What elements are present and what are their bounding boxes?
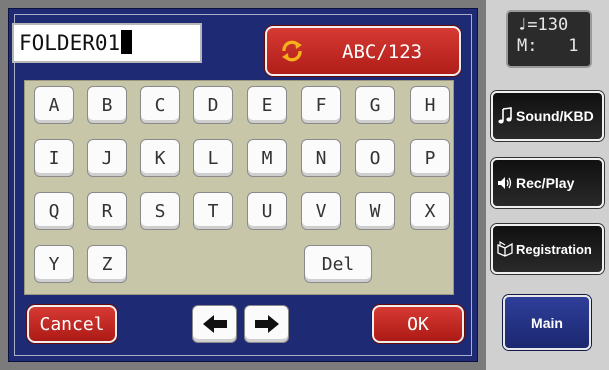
sound-kbd-label: Sound/KBD <box>516 108 594 124</box>
measure-row: M: 1 <box>517 36 584 57</box>
key-l[interactable]: L <box>193 139 233 177</box>
key-t[interactable]: T <box>193 192 233 230</box>
abc-123-toggle-button[interactable]: ABC/123 <box>265 26 461 76</box>
rec-play-label: Rec/Play <box>516 175 575 191</box>
key-label: A <box>48 94 60 116</box>
key-e[interactable]: E <box>247 86 287 124</box>
key-r[interactable]: R <box>87 192 127 230</box>
cursor-right-button[interactable] <box>244 305 289 343</box>
key-j[interactable]: J <box>87 139 127 177</box>
key-m[interactable]: M <box>247 139 287 177</box>
key-d[interactable]: D <box>193 86 233 124</box>
measure-value: 1 <box>568 36 579 56</box>
key-label: S <box>154 200 166 222</box>
arrow-left-icon <box>202 315 227 333</box>
key-s[interactable]: S <box>140 192 180 230</box>
cancel-button[interactable]: Cancel <box>27 305 117 343</box>
key-label: Q <box>48 200 60 222</box>
key-y[interactable]: Y <box>34 245 74 283</box>
key-a[interactable]: A <box>34 86 74 124</box>
registration-label: Registration <box>516 241 592 257</box>
main-button[interactable]: Main <box>503 295 591 350</box>
key-label: K <box>154 147 166 169</box>
key-o[interactable]: O <box>355 139 395 177</box>
key-k[interactable]: K <box>140 139 180 177</box>
speaker-icon <box>498 177 512 189</box>
key-label: M <box>261 147 273 169</box>
tempo-value: 130 <box>537 15 569 35</box>
key-q[interactable]: Q <box>34 192 74 230</box>
registration-button[interactable]: Registration <box>491 224 604 274</box>
tempo-display: ♩=130 M: 1 <box>506 10 592 68</box>
sound-kbd-button[interactable]: Sound/KBD <box>491 91 604 141</box>
ok-button[interactable]: OK <box>372 305 464 343</box>
key-label: U <box>261 200 273 222</box>
cycle-arrows-icon <box>282 40 302 62</box>
cursor-left-button[interactable] <box>192 305 237 343</box>
tempo-row: ♩=130 <box>517 15 569 35</box>
name-input-value: FOLDER01 <box>19 31 121 55</box>
rec-play-button[interactable]: Rec/Play <box>491 158 604 208</box>
key-h[interactable]: H <box>410 86 450 124</box>
key-label: G <box>369 94 381 116</box>
key-label: H <box>424 94 436 116</box>
name-input[interactable]: FOLDER01 <box>12 23 202 63</box>
key-label: N <box>315 147 327 169</box>
key-c[interactable]: C <box>140 86 180 124</box>
key-x[interactable]: X <box>410 192 450 230</box>
key-label: I <box>48 147 60 169</box>
measure-label: M: <box>517 36 538 56</box>
key-label: D <box>207 94 219 116</box>
key-n[interactable]: N <box>301 139 341 177</box>
text-cursor <box>121 30 133 54</box>
quarter-note-icon: ♩ <box>517 15 528 35</box>
cancel-button-label: Cancel <box>39 313 105 335</box>
key-label: B <box>101 94 113 116</box>
book-icon <box>497 241 513 257</box>
arrow-right-icon <box>254 315 279 333</box>
key-label: L <box>207 147 219 169</box>
key-label: E <box>261 94 273 116</box>
key-label: J <box>101 147 113 169</box>
mode-button-label: ABC/123 <box>342 41 423 63</box>
music-note-icon <box>498 107 512 124</box>
main-button-label: Main <box>531 314 563 331</box>
key-label: Z <box>101 253 113 275</box>
key-p[interactable]: P <box>410 139 450 177</box>
ok-button-label: OK <box>407 313 429 335</box>
key-f[interactable]: F <box>301 86 341 124</box>
key-label: O <box>369 147 381 169</box>
key-u[interactable]: U <box>247 192 287 230</box>
key-label: V <box>315 200 327 222</box>
key-label: P <box>424 147 436 169</box>
key-b[interactable]: B <box>87 86 127 124</box>
delete-key[interactable]: Del <box>304 245 372 283</box>
key-label: Y <box>48 253 60 275</box>
key-w[interactable]: W <box>355 192 395 230</box>
key-label: C <box>154 94 166 116</box>
key-label: W <box>369 200 381 222</box>
key-i[interactable]: I <box>34 139 74 177</box>
key-z[interactable]: Z <box>87 245 127 283</box>
key-g[interactable]: G <box>355 86 395 124</box>
key-label: R <box>101 200 113 222</box>
key-label: F <box>315 94 327 116</box>
key-label: T <box>207 200 219 222</box>
key-v[interactable]: V <box>301 192 341 230</box>
key-label: X <box>424 200 436 222</box>
delete-key-label: Del <box>321 253 355 275</box>
